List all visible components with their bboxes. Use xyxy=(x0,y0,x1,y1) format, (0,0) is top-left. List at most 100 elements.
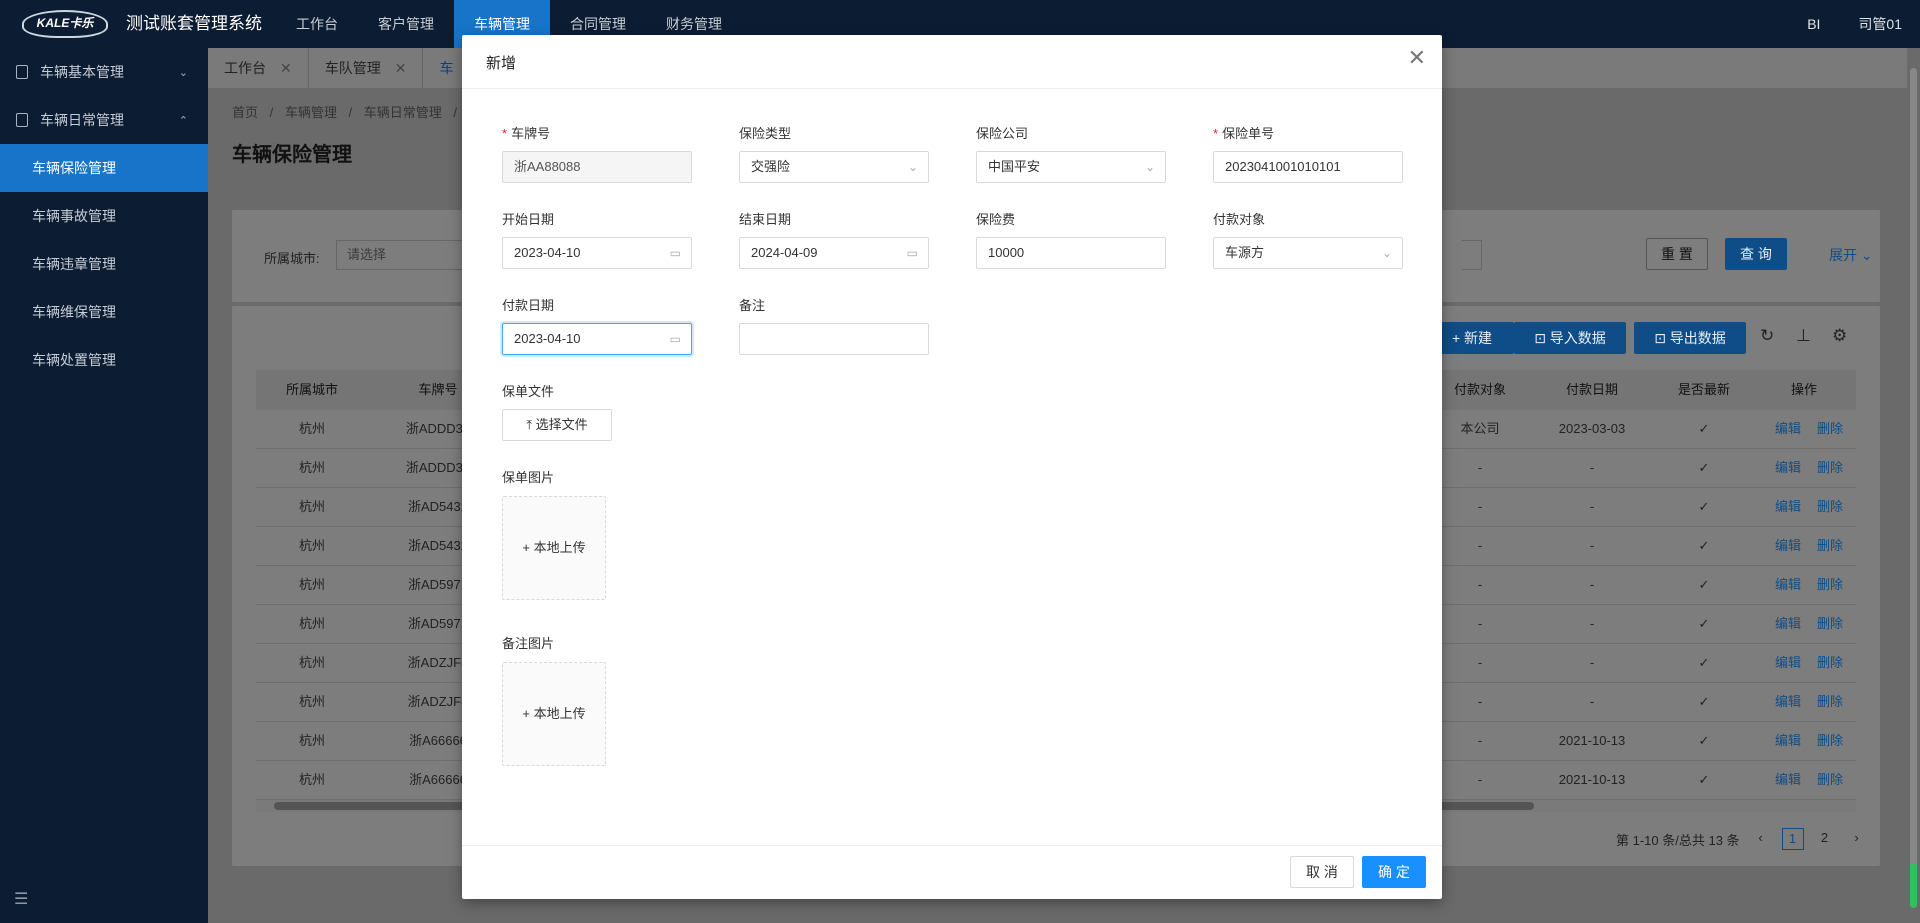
next-page-button[interactable]: › xyxy=(1846,828,1868,850)
premium-input[interactable]: 10000 xyxy=(976,237,1166,269)
expand-toggle[interactable]: 展开 ⌄ xyxy=(1829,245,1873,265)
breadcrumb-home[interactable]: 首页 xyxy=(232,105,258,120)
sidebar-item-maintenance[interactable]: 车辆维保管理 xyxy=(0,288,208,336)
edit-link[interactable]: 编辑 xyxy=(1772,410,1804,448)
close-icon[interactable]: ✕ xyxy=(395,60,407,76)
edit-link[interactable]: 编辑 xyxy=(1772,683,1804,721)
export-button[interactable]: ⊡ 导出数据 xyxy=(1634,322,1746,354)
tab-workbench[interactable]: 工作台 ✕ xyxy=(208,48,309,88)
density-icon[interactable]: ⊥ xyxy=(1796,326,1811,346)
user-name[interactable]: 司管01 xyxy=(1858,0,1902,48)
end-date-picker[interactable]: 2024-04-09 ▭ xyxy=(739,237,929,269)
cell-latest: ✓ xyxy=(1698,577,1710,592)
ins-company-select[interactable]: 中国平安 ⌄ xyxy=(976,151,1166,183)
remark-image-upload[interactable]: + 本地上传 xyxy=(502,662,606,766)
edit-link[interactable]: 编辑 xyxy=(1772,644,1804,682)
plate-input[interactable]: 浙AA88088 xyxy=(502,151,692,183)
edit-link[interactable]: 编辑 xyxy=(1772,605,1804,643)
cell-city: 杭州 xyxy=(298,655,325,670)
date-value: 2024-04-09 xyxy=(751,245,818,260)
remark-input[interactable] xyxy=(739,323,929,355)
tab-fleet[interactable]: 车队管理 ✕ xyxy=(309,48,424,88)
cell-paydate: - xyxy=(1589,694,1595,709)
delete-link[interactable]: 删除 xyxy=(1814,683,1846,721)
new-button[interactable]: + 新建 xyxy=(1430,322,1514,354)
cell-payee: - xyxy=(1477,460,1483,475)
sidebar-group-vehicle-basic[interactable]: 车辆基本管理 ⌄ xyxy=(0,48,208,96)
delete-link[interactable]: 删除 xyxy=(1814,722,1846,760)
breadcrumb-daily[interactable]: 车辆日常管理 xyxy=(364,105,442,120)
delete-link[interactable]: 删除 xyxy=(1814,566,1846,604)
system-title: 测试账套管理系统 xyxy=(126,14,262,33)
sidebar-item-disposal[interactable]: 车辆处置管理 xyxy=(0,336,208,384)
settings-icon[interactable]: ⚙ xyxy=(1832,326,1847,346)
delete-link[interactable]: 删除 xyxy=(1814,761,1846,799)
start-date-picker[interactable]: 2023-04-10 ▭ xyxy=(502,237,692,269)
cell-paydate: 2021-10-13 xyxy=(1558,772,1626,787)
menu-collapse-icon[interactable]: ☰ xyxy=(14,889,28,909)
pay-date-picker[interactable]: 2023-04-10 ▭ xyxy=(502,323,692,355)
delete-link[interactable]: 删除 xyxy=(1814,410,1846,448)
edit-link[interactable]: 编辑 xyxy=(1772,449,1804,487)
delete-link[interactable]: 删除 xyxy=(1814,644,1846,682)
sidebar-group-vehicle-daily[interactable]: 车辆日常管理 ⌃ xyxy=(0,96,208,144)
city-select[interactable]: 请选择 xyxy=(336,240,476,270)
edit-link[interactable]: 编辑 xyxy=(1772,527,1804,565)
cell-latest: ✓ xyxy=(1698,694,1710,709)
cell-latest: ✓ xyxy=(1698,772,1710,787)
breadcrumb: 首页 / 车辆管理 / 车辆日常管理 / xyxy=(232,102,465,121)
close-icon[interactable]: ✕ xyxy=(1408,45,1426,71)
edit-link[interactable]: 编辑 xyxy=(1772,761,1804,799)
cell-payee: - xyxy=(1477,694,1483,709)
new-insurance-modal: 新增 ✕ * 车牌号 浙AA88088 保险类型 交强险 ⌄ 保险公司 中国平安 ⌄ … xyxy=(462,35,1442,899)
ins-type-select[interactable]: 交强险 ⌄ xyxy=(739,151,929,183)
th-ops: 操作 xyxy=(1790,382,1817,397)
cell-latest: ✓ xyxy=(1698,421,1710,436)
payee-select[interactable]: 车源方 ⌄ xyxy=(1213,237,1403,269)
th-city: 所属城市 xyxy=(285,382,338,397)
query-button[interactable]: 查 询 xyxy=(1725,238,1787,270)
edit-link[interactable]: 编辑 xyxy=(1772,722,1804,760)
policy-no-input[interactable]: 2023041001010101 xyxy=(1213,151,1403,183)
breadcrumb-vehicles[interactable]: 车辆管理 xyxy=(285,105,337,120)
delete-link[interactable]: 删除 xyxy=(1814,449,1846,487)
delete-link[interactable]: 删除 xyxy=(1814,605,1846,643)
search-field-edge xyxy=(1462,240,1482,270)
cell-latest: ✓ xyxy=(1698,538,1710,553)
policy-image-upload[interactable]: + 本地上传 xyxy=(502,496,606,600)
close-icon[interactable]: ✕ xyxy=(280,60,292,76)
delete-link[interactable]: 删除 xyxy=(1814,527,1846,565)
topnav-workbench[interactable]: 工作台 xyxy=(276,0,358,48)
vertical-scrollbar[interactable] xyxy=(1907,48,1920,923)
cell-paydate: - xyxy=(1589,655,1595,670)
cell-paydate: - xyxy=(1589,538,1595,553)
modal-footer: 取 消 确 定 xyxy=(462,845,1442,899)
modal-title: 新增 xyxy=(486,55,517,72)
page-1[interactable]: 1 xyxy=(1781,828,1804,850)
import-button[interactable]: ⊡ 导入数据 xyxy=(1514,322,1626,354)
reset-button[interactable]: 重 置 xyxy=(1646,238,1708,270)
refresh-icon[interactable]: ↻ xyxy=(1760,326,1774,346)
bi-link[interactable]: BI xyxy=(1807,0,1820,48)
cell-payee: - xyxy=(1477,577,1483,592)
scroll-thumb[interactable] xyxy=(1910,68,1917,908)
cell-city: 杭州 xyxy=(298,694,325,709)
document-icon xyxy=(16,65,28,79)
sidebar-item-accident[interactable]: 车辆事故管理 xyxy=(0,192,208,240)
edit-link[interactable]: 编辑 xyxy=(1772,566,1804,604)
sidebar-group-label: 车辆日常管理 xyxy=(40,112,124,128)
delete-link[interactable]: 删除 xyxy=(1814,488,1846,526)
prev-page-button[interactable]: ‹ xyxy=(1750,828,1772,850)
sidebar-item-violation[interactable]: 车辆违章管理 xyxy=(0,240,208,288)
cell-paydate: 2023-03-03 xyxy=(1558,421,1626,436)
topnav-customers[interactable]: 客户管理 xyxy=(358,0,454,48)
cell-payee: - xyxy=(1477,499,1483,514)
cancel-button[interactable]: 取 消 xyxy=(1290,856,1354,888)
cell-latest: ✓ xyxy=(1698,499,1710,514)
confirm-button[interactable]: 确 定 xyxy=(1362,856,1426,888)
page-2[interactable]: 2 xyxy=(1814,828,1836,850)
cell-city: 杭州 xyxy=(298,421,325,436)
select-file-button[interactable]: ⤒ 选择文件 xyxy=(502,409,612,441)
edit-link[interactable]: 编辑 xyxy=(1772,488,1804,526)
sidebar-item-insurance[interactable]: 车辆保险管理 xyxy=(0,144,208,192)
